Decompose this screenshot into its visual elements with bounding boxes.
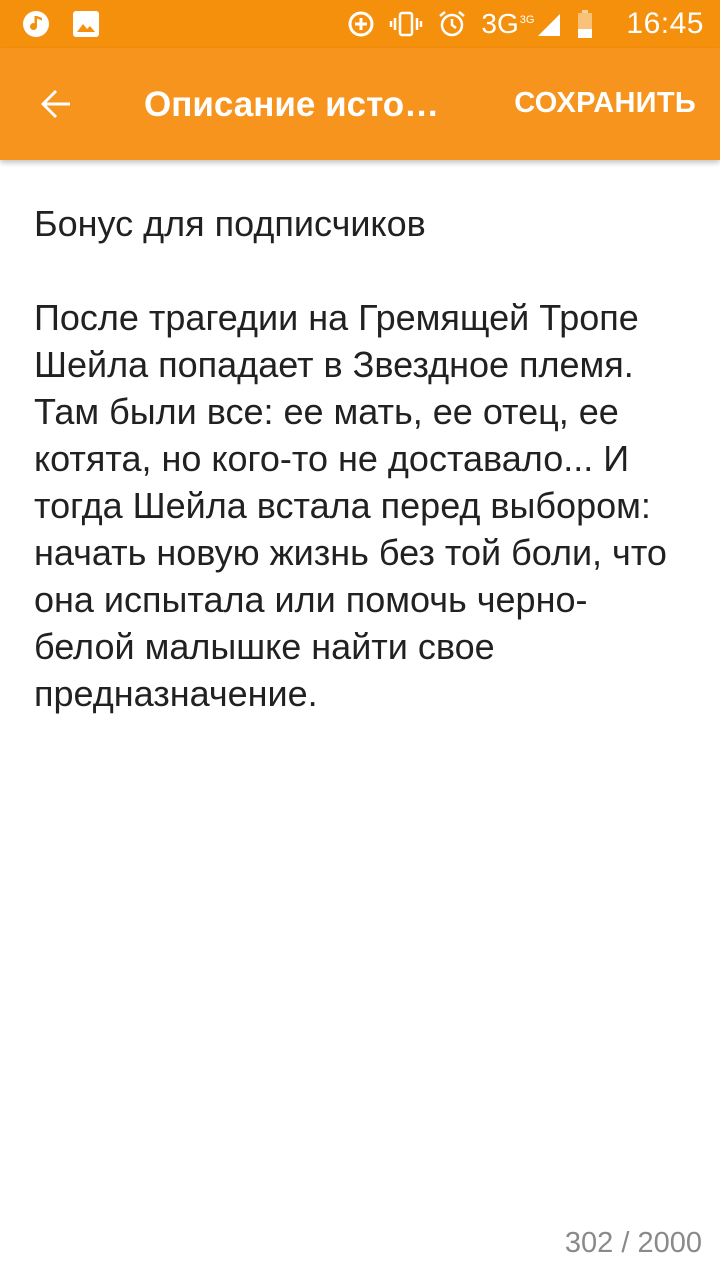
signal-icon: [536, 10, 562, 38]
description-text-field[interactable]: Бонус для подписчиков После трагедии на …: [34, 200, 674, 717]
notification-icons: [22, 10, 100, 38]
status-bar: 3G 3G 16:45: [0, 0, 720, 48]
character-counter: 302 / 2000: [564, 1227, 702, 1259]
system-icons: 3G 3G 16:45: [347, 7, 704, 40]
network-type: 3G 3G: [481, 8, 535, 39]
music-note-icon: [22, 10, 50, 38]
arrow-back-icon: [38, 86, 74, 122]
image-icon: [72, 10, 100, 38]
app-bar: Описание исто… СОХРАНИТЬ: [0, 48, 720, 160]
page-title: Описание исто…: [144, 85, 440, 124]
back-button[interactable]: [28, 76, 84, 132]
battery-icon: [576, 9, 594, 39]
alarm-icon: [437, 9, 467, 39]
status-time: 16:45: [626, 7, 704, 40]
vibrate-icon: [389, 10, 423, 38]
save-button[interactable]: СОХРАНИТЬ: [514, 82, 696, 124]
data-saver-icon: [347, 10, 375, 38]
